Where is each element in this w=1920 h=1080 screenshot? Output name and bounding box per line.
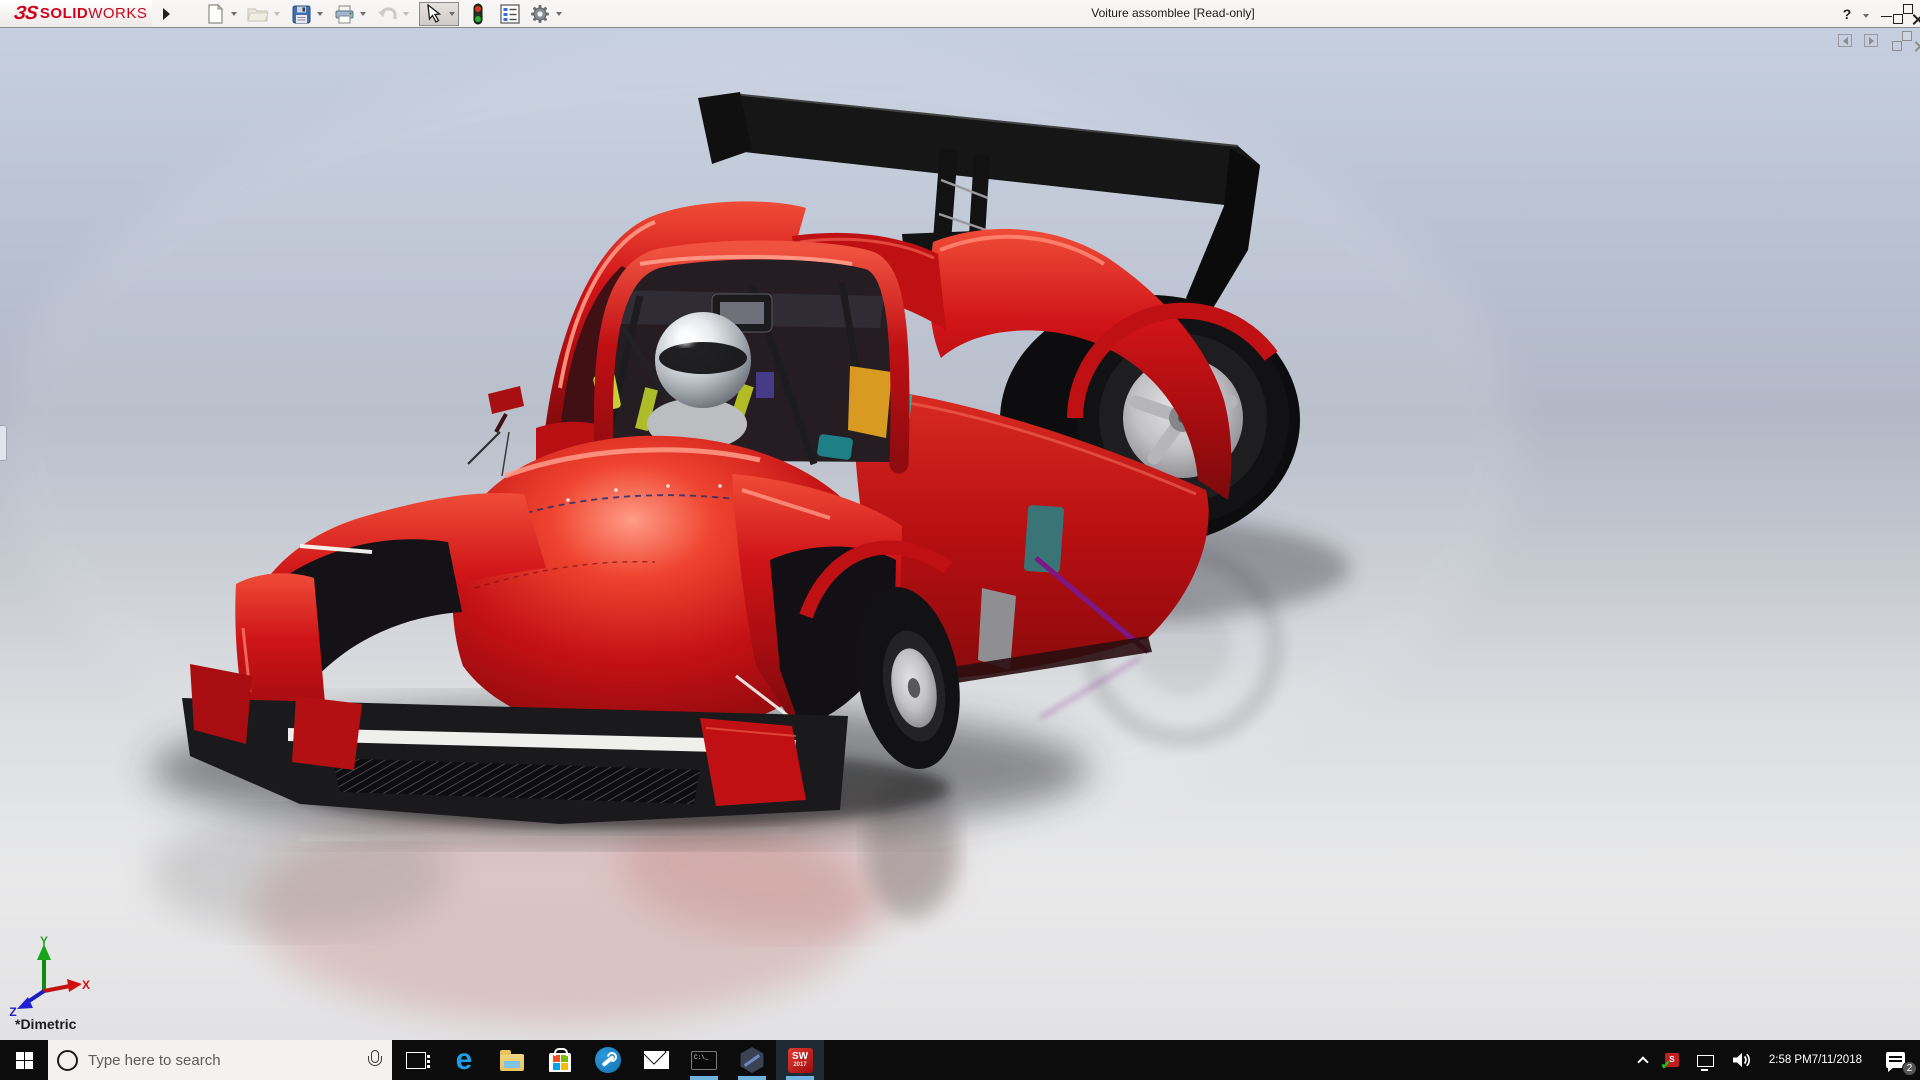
task-view-icon [406, 1051, 430, 1069]
edge-icon: e [455, 1043, 473, 1076]
taskbar-file-explorer[interactable] [488, 1040, 536, 1080]
new-document-dropdown[interactable] [228, 3, 240, 26]
app-title-bar: ЗS SOLID WORKS Voiture assomblee [Read-o… [0, 0, 1920, 28]
mail-icon [643, 1051, 669, 1069]
save-button[interactable] [288, 3, 314, 26]
search-placeholder: Type here to search [88, 1051, 221, 1069]
save-dropdown[interactable] [314, 3, 326, 26]
save-floppy-icon [292, 5, 310, 23]
open-folder-icon [247, 8, 269, 22]
taskbar-command-prompt[interactable]: C:\_ [680, 1040, 728, 1080]
play-arrow-icon [162, 7, 170, 20]
taskbar-solidworks[interactable]: SW 2017 [776, 1040, 824, 1080]
traffic-light-button[interactable] [465, 3, 491, 26]
gear-icon [531, 5, 549, 23]
taskbar-mail[interactable] [632, 1040, 680, 1080]
taskbar-settings-tool[interactable] [584, 1040, 632, 1080]
display-pane-icon [500, 4, 520, 24]
window-title: Voiture assomblee [Read-only] [1091, 6, 1255, 20]
start-button[interactable] [0, 1040, 48, 1080]
doc-next-button[interactable] [1864, 34, 1878, 47]
car-3d-render [0, 48, 1520, 1023]
orientation-triad: Y X Z [9, 936, 90, 1016]
network-monitor-icon [1696, 1055, 1714, 1071]
notification-badge: 2 [1902, 1061, 1917, 1076]
open-dropdown[interactable] [271, 3, 283, 26]
undo-dropdown[interactable] [400, 3, 412, 26]
helmet-visor [659, 342, 747, 374]
doc-previous-button[interactable] [1838, 34, 1852, 47]
open-button[interactable] [245, 3, 271, 26]
display-pane-button[interactable] [497, 3, 523, 26]
main-toolbar [202, 2, 570, 26]
brand-name-bold: SOLID [39, 5, 89, 22]
task-view-button[interactable] [392, 1040, 440, 1080]
tray-show-hidden-button[interactable] [1632, 1040, 1654, 1080]
tray-volume[interactable] [1725, 1040, 1759, 1080]
cursor-arrow-icon [427, 4, 442, 23]
next-icon [1868, 36, 1874, 45]
help-button[interactable]: ? [1840, 6, 1854, 22]
undo-button[interactable] [374, 3, 400, 26]
tray-solidworks-status[interactable]: S [1658, 1040, 1686, 1080]
help-dropdown[interactable] [1863, 5, 1869, 23]
solidworks-logo-icon: ЗS [12, 2, 39, 24]
print-dropdown[interactable] [357, 3, 369, 26]
taskbar-hexagon-tool[interactable] [728, 1040, 776, 1080]
undo-arrow-icon [378, 7, 397, 19]
options-button[interactable] [527, 3, 553, 26]
command-prompt-icon: C:\_ [691, 1050, 717, 1070]
document-window-controls [1838, 34, 1914, 47]
solidworks-logo: ЗS SOLID WORKS [0, 0, 152, 27]
speaker-icon [1732, 1053, 1750, 1067]
brand-name-light: WORKS [88, 5, 148, 22]
tray-clock[interactable]: 2:58 PM 7/11/2018 [1763, 1040, 1868, 1080]
file-explorer-icon [500, 1049, 524, 1071]
taskbar-edge[interactable]: e [440, 1040, 488, 1080]
wrench-circle-icon [595, 1047, 621, 1073]
solidworks-check-icon: S [1661, 1053, 1679, 1072]
menu-expand-button[interactable] [158, 3, 174, 24]
tray-network[interactable] [1690, 1040, 1721, 1080]
clock-time: 2:58 PM [1768, 1053, 1812, 1066]
options-dropdown[interactable] [553, 3, 565, 26]
triad-x-label: X [82, 978, 90, 992]
chevron-up-icon [1637, 1056, 1649, 1068]
solidworks-app-icon: SW 2017 [787, 1047, 813, 1073]
cortana-icon [57, 1049, 78, 1071]
traffic-light-icon [473, 3, 483, 25]
minimize-button[interactable] [1878, 10, 1894, 18]
triad-z-label: Z [9, 1005, 16, 1016]
printer-icon [335, 5, 353, 23]
taskbar-search-input[interactable]: Type here to search [48, 1040, 392, 1080]
windows-taskbar: Type here to search e C:\_ SW2017 S 2:58… [0, 1040, 1920, 1080]
store-icon [549, 1048, 571, 1072]
taskbar-store[interactable] [536, 1040, 584, 1080]
hexagon-icon [740, 1047, 764, 1073]
minimize-icon [1880, 15, 1892, 18]
system-tray: S 2:58 PM 7/11/2018 2 [1632, 1040, 1920, 1080]
clock-date: 7/11/2018 [1811, 1053, 1862, 1066]
cockpit [593, 240, 913, 474]
select-tool-dropdown[interactable] [446, 3, 458, 26]
view-orientation-label: *Dimetric [15, 1016, 77, 1032]
triad-y-label: Y [40, 936, 48, 948]
new-document-icon [208, 4, 224, 24]
windows-logo-icon [15, 1051, 33, 1069]
microphone-icon[interactable] [366, 1049, 382, 1071]
new-document-button[interactable] [202, 3, 228, 26]
window-controls: ? [1840, 0, 1912, 27]
previous-icon [1842, 36, 1848, 45]
print-button[interactable] [331, 3, 357, 26]
select-tool-button[interactable] [419, 2, 459, 26]
action-center-button[interactable]: 2 [1872, 1040, 1918, 1080]
graphics-viewport[interactable]: Y X Z *Dimetric [0, 28, 1920, 1040]
